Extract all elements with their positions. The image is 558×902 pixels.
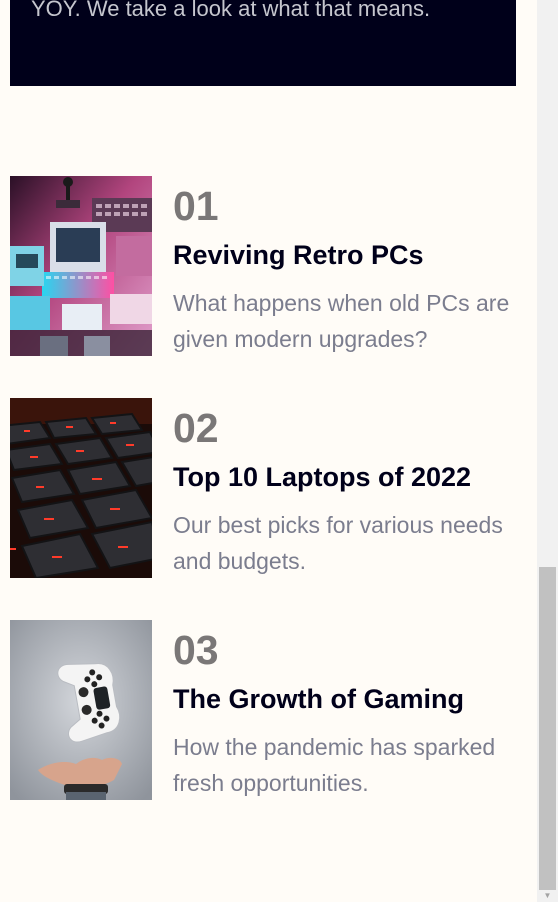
article-item[interactable]: 03 The Growth of Gaming How the pandemic… bbox=[10, 620, 530, 800]
scroll-down-arrow-icon[interactable]: ▼ bbox=[537, 890, 558, 902]
article-description: How the pandemic has sparked fresh oppor… bbox=[173, 734, 496, 796]
article-number: 02 bbox=[173, 405, 219, 451]
article-item[interactable]: 01 Reviving Retro PCs What happens when … bbox=[10, 176, 530, 356]
article-title[interactable]: Top 10 Laptops of 2022 bbox=[173, 460, 471, 494]
hero-banner: YOY. We take a look at what that means. bbox=[10, 0, 516, 86]
article-number: 03 bbox=[173, 627, 219, 673]
article-description: What happens when old PCs are given mode… bbox=[173, 290, 510, 352]
scrollbar-thumb[interactable] bbox=[539, 567, 556, 890]
laptop-keyboard-image[interactable] bbox=[10, 398, 152, 578]
article-description: Our best picks for various needs and bud… bbox=[173, 512, 503, 574]
vertical-scrollbar[interactable]: ▼ bbox=[537, 0, 558, 902]
retro-pcs-image[interactable] bbox=[10, 176, 152, 356]
article-title[interactable]: Reviving Retro PCs bbox=[173, 238, 424, 272]
hero-description: YOY. We take a look at what that means. bbox=[31, 0, 431, 21]
article-number: 01 bbox=[173, 183, 219, 229]
page: YOY. We take a look at what that means. bbox=[0, 0, 537, 902]
article-item[interactable]: 02 Top 10 Laptops of 2022 Our best picks… bbox=[10, 398, 530, 578]
article-title[interactable]: The Growth of Gaming bbox=[173, 682, 464, 716]
game-controller-image[interactable] bbox=[10, 620, 152, 800]
